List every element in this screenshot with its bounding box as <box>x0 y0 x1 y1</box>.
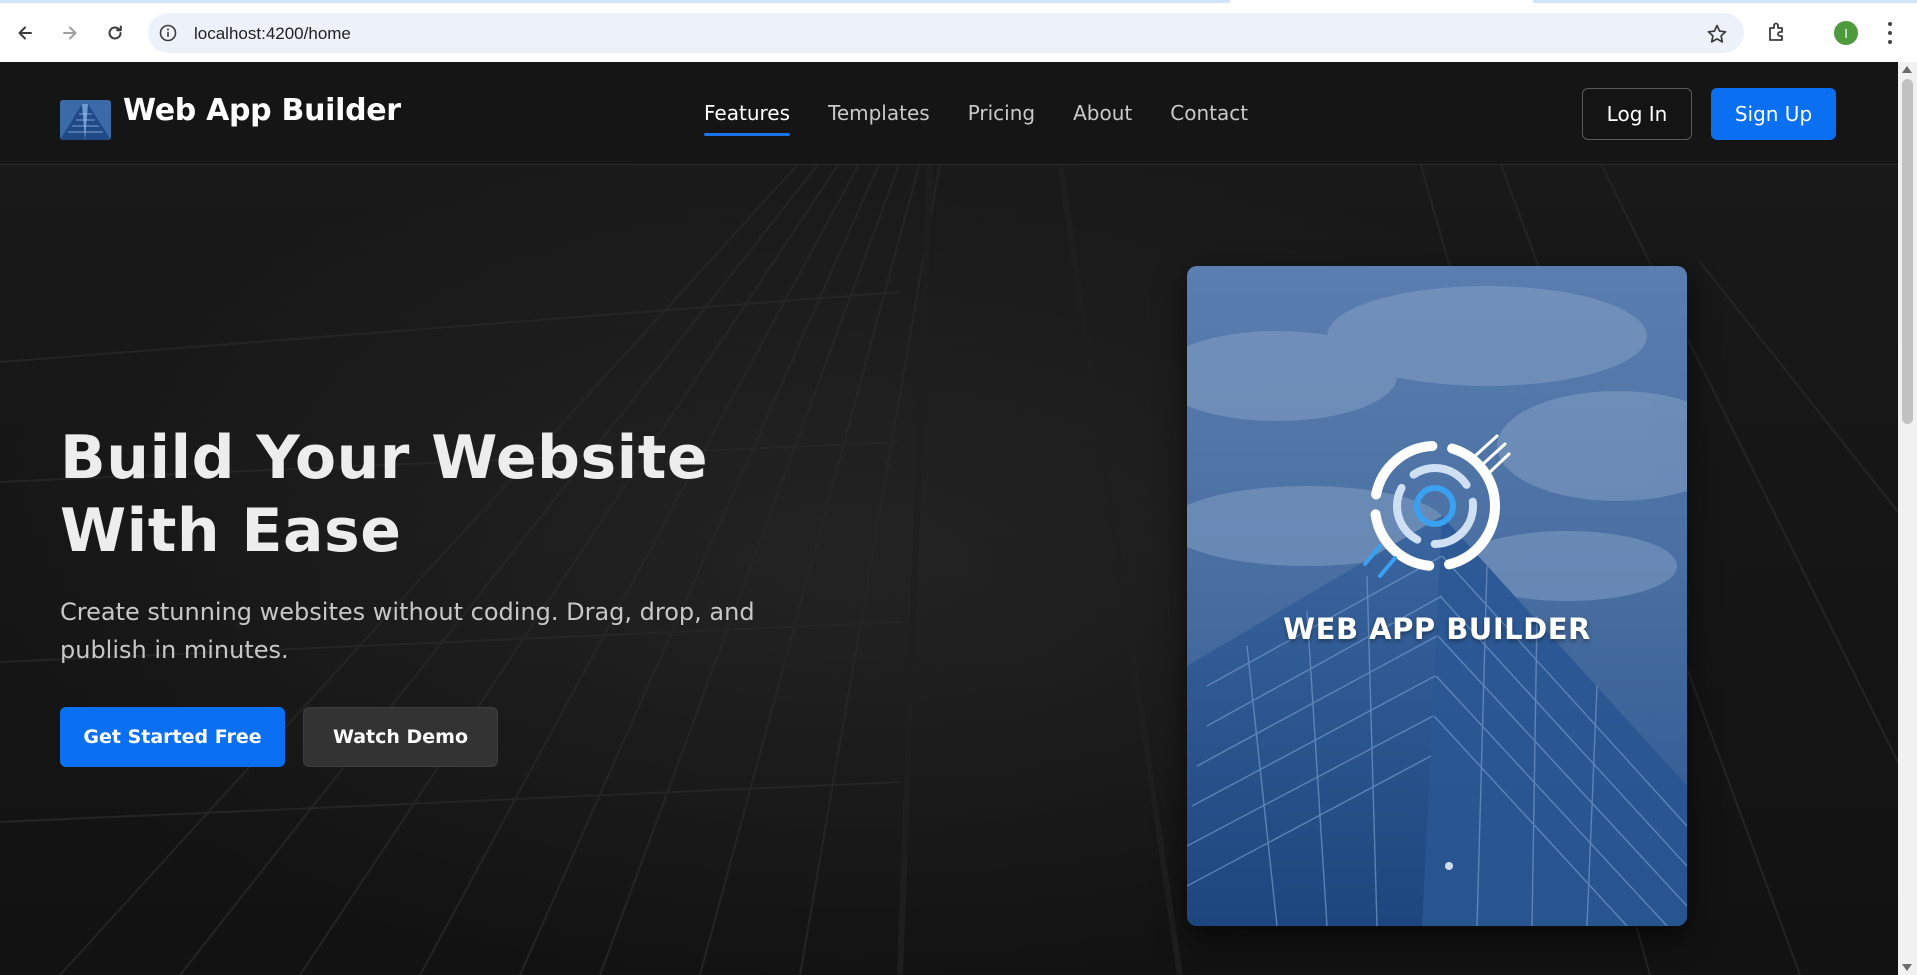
scroll-down-arrow[interactable] <box>1902 964 1912 971</box>
page-viewport: Web App Builder Features Templates Prici… <box>0 62 1898 975</box>
card-title: WEB APP BUILDER <box>1283 612 1591 646</box>
back-button[interactable] <box>9 17 41 49</box>
arrow-right-icon <box>63 26 77 40</box>
scroll-up-arrow[interactable] <box>1902 66 1912 73</box>
scroll-thumb[interactable] <box>1902 79 1913 424</box>
forward-button[interactable] <box>54 17 86 49</box>
browser-toolbar: localhost:4200/home I <box>0 0 1917 62</box>
address-bar[interactable]: localhost:4200/home <box>148 13 1744 53</box>
watch-demo-button[interactable]: Watch Demo <box>303 707 498 767</box>
brand-logo[interactable] <box>60 100 111 140</box>
building-illustration <box>1187 266 1687 926</box>
hero-image-card: WEB APP BUILDER <box>1187 266 1687 926</box>
hero-title: Build Your Website With Ease <box>60 423 709 566</box>
reload-button[interactable] <box>99 17 131 49</box>
nav-link-about[interactable]: About <box>1073 101 1132 133</box>
get-started-button[interactable]: Get Started Free <box>60 707 285 767</box>
info-icon[interactable] <box>158 23 178 43</box>
main-nav: Features Templates Pricing About Contact <box>704 101 1286 136</box>
reload-icon <box>108 25 122 40</box>
tab-strip-accent <box>1533 0 1917 3</box>
nav-link-pricing[interactable]: Pricing <box>968 101 1035 133</box>
nav-link-contact[interactable]: Contact <box>1170 101 1248 133</box>
hero-subtitle: Create stunning websites without coding.… <box>60 598 755 664</box>
star-icon[interactable] <box>1706 23 1728 45</box>
kebab-menu-icon[interactable] <box>1880 20 1900 46</box>
arrow-left-icon <box>18 26 32 40</box>
url-text[interactable]: localhost:4200/home <box>194 24 351 44</box>
brand-name[interactable]: Web App Builder <box>123 93 401 128</box>
login-button[interactable]: Log In <box>1582 88 1692 140</box>
nav-link-templates[interactable]: Templates <box>828 101 930 133</box>
signup-button[interactable]: Sign Up <box>1711 88 1836 140</box>
puzzle-icon[interactable] <box>1765 19 1791 45</box>
page-scrollbar[interactable] <box>1898 62 1917 975</box>
profile-avatar[interactable]: I <box>1834 21 1858 45</box>
nav-link-features[interactable]: Features <box>704 101 790 136</box>
tab-strip-accent <box>0 0 1230 3</box>
site-navbar: Web App Builder Features Templates Prici… <box>0 62 1898 165</box>
